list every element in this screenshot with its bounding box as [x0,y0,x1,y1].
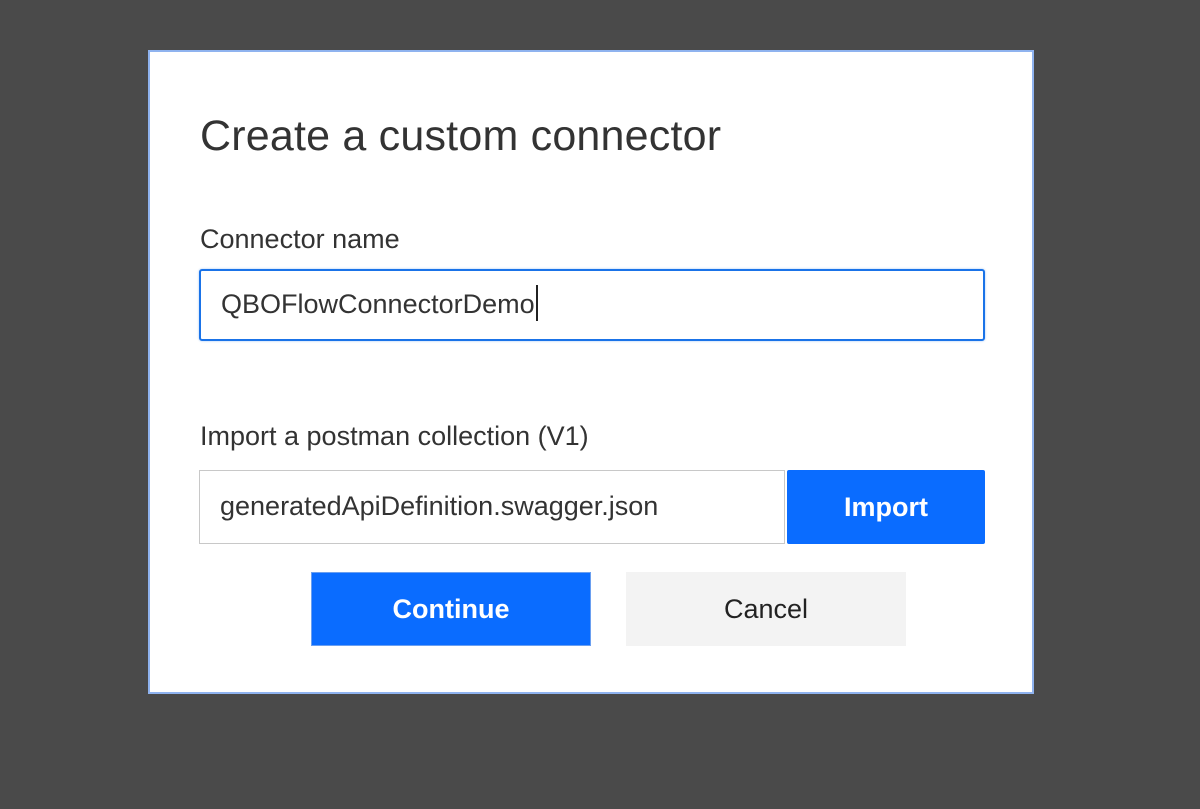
import-file-value: generatedApiDefinition.swagger.json [220,491,659,521]
import-collection-label: Import a postman collection (V1) [200,421,589,451]
connector-name-text: QBOFlowConnectorDemo [221,289,535,319]
continue-button[interactable]: Continue [311,572,591,646]
cancel-button[interactable]: Cancel [626,572,906,646]
connector-name-input[interactable]: QBOFlowConnectorDemo [199,269,985,341]
connector-name-label: Connector name [200,224,400,254]
connector-name-value: QBOFlowConnectorDemo [221,284,538,321]
dialog-title: Create a custom connector [200,112,722,160]
create-connector-dialog: Create a custom connector Connector name… [148,50,1034,694]
import-file-input[interactable]: generatedApiDefinition.swagger.json [199,470,785,544]
import-button[interactable]: Import [787,470,985,544]
text-caret [535,284,538,321]
